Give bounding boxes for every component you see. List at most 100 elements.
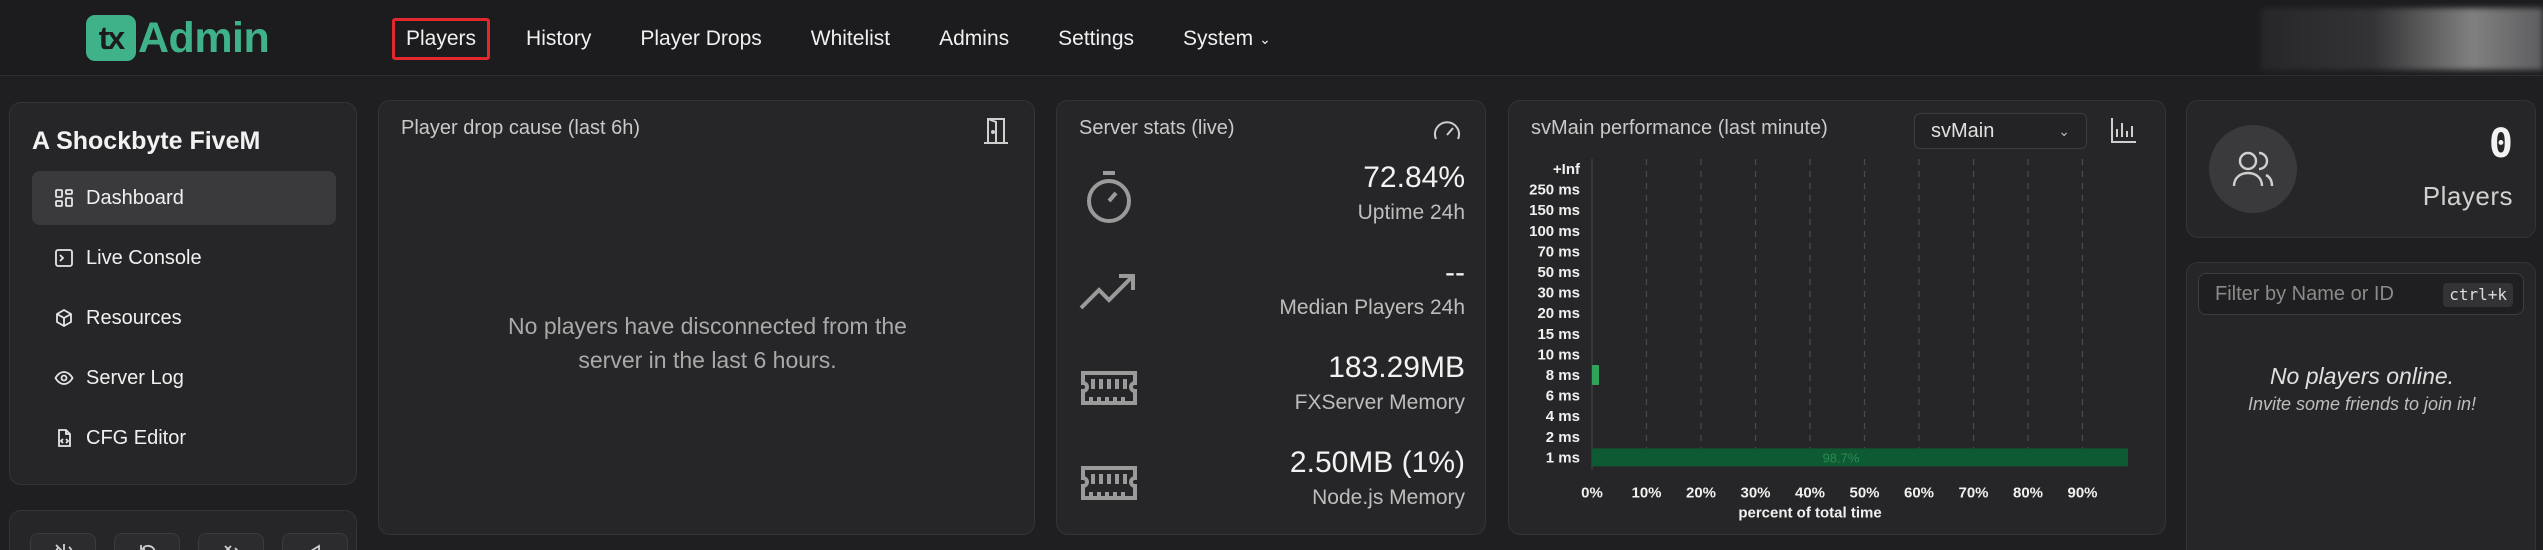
x-tick-label: 30% [1740, 484, 1770, 501]
nav-player-drops[interactable]: Player Drops [627, 18, 774, 60]
stat-label: Uptime 24h [1357, 201, 1465, 224]
logo-text: Admin [138, 13, 270, 62]
drop-empty-message: No players have disconnected from the se… [379, 309, 1036, 377]
server-menu: Dashboard Live Console Resources Server … [32, 171, 336, 471]
boot-icon [224, 545, 239, 550]
histogram-bar [1592, 448, 2128, 467]
sidebar-item-live-console[interactable]: Live Console [32, 231, 336, 285]
stat-label: Node.js Memory [1312, 486, 1465, 509]
sidebar-item-label: CFG Editor [86, 426, 187, 449]
announce-button[interactable] [282, 533, 348, 550]
users-icon [2232, 151, 2274, 187]
file-code-icon [54, 428, 74, 448]
no-players-message: No players online. [2269, 363, 2455, 389]
server-name: A Shockbyte FiveM [32, 127, 261, 155]
main-nav: Players History Player Drops Whitelist A… [392, 18, 1307, 60]
x-tick-label: 70% [1958, 484, 1988, 501]
y-tick-label: 250 ms [1529, 182, 1580, 199]
stat-value: 72.84% [1363, 161, 1465, 194]
player-drop-card: Player drop cause (last 6h) No players h… [378, 100, 1035, 535]
stat-value: 183.29MB [1328, 351, 1465, 384]
y-tick-label: 30 ms [1537, 285, 1580, 302]
y-tick-label: 2 ms [1546, 429, 1580, 446]
sidebar-item-label: Server Log [86, 366, 184, 389]
y-tick-label: 6 ms [1546, 388, 1580, 405]
drop-empty-line: No players have disconnected from the [508, 313, 907, 339]
stat-median-players: -- Median Players 24h [1079, 256, 1465, 326]
stat-fxserver-memory: 183.29MB FXServer Memory [1079, 351, 1465, 421]
server-stats-card: Server stats (live) 72.84% Uptime 24h --… [1056, 100, 1486, 535]
y-tick-label: 50 ms [1537, 264, 1580, 281]
nav-players[interactable]: Players [392, 18, 491, 60]
nav-admins[interactable]: Admins [926, 18, 1022, 60]
stat-value: 2.50MB (1%) [1289, 446, 1465, 479]
memory-icon [1081, 466, 1137, 500]
histogram-bar [1592, 365, 1599, 385]
dashboard-icon [54, 188, 74, 208]
drop-empty-line: server in the last 6 hours. [578, 347, 837, 373]
txadmin-logo[interactable]: tx Admin [86, 13, 270, 62]
x-tick-label: 20% [1686, 484, 1716, 501]
nav-history[interactable]: History [513, 18, 604, 60]
door-open-icon [984, 118, 1008, 144]
sidebar-item-resources[interactable]: Resources [32, 291, 336, 345]
stat-label: Median Players 24h [1279, 296, 1465, 319]
stats-card-title: Server stats (live) [1079, 117, 1235, 139]
y-tick-label: 100 ms [1529, 223, 1580, 240]
top-navbar: tx Admin Players History Player Drops Wh… [0, 0, 2543, 76]
restart-icon [140, 545, 156, 550]
x-tick-label: 80% [2013, 484, 2043, 501]
perf-histogram: +Inf 250 ms 150 ms 100 ms 70 ms 50 ms 30 ms 20 … [1529, 159, 2128, 521]
player-search-input[interactable] [2199, 274, 2439, 314]
y-tick-label: 8 ms [1546, 367, 1580, 384]
sidebar-item-dashboard[interactable]: Dashboard [32, 171, 336, 225]
eye-icon [54, 368, 74, 388]
sidebar-item-cfg-editor[interactable]: CFG Editor [32, 411, 336, 465]
players-count-card: 0 Players [2186, 100, 2536, 238]
nav-whitelist[interactable]: Whitelist [798, 18, 903, 60]
y-tick-label: 1 ms [1546, 449, 1580, 466]
kick-all-button[interactable] [198, 533, 264, 550]
player-filter: ctrl+k [2198, 273, 2524, 315]
shortcut-hint: ctrl+k [2443, 283, 2513, 307]
timer-icon [1087, 171, 1131, 223]
server-controls [9, 510, 357, 550]
logo-badge: tx [86, 15, 136, 61]
restart-server-button[interactable] [114, 533, 180, 550]
x-tick-label: 10% [1631, 484, 1661, 501]
sidebar-item-server-log[interactable]: Server Log [32, 351, 336, 405]
nav-system[interactable]: System ⌄ [1170, 18, 1284, 60]
gauge-icon [1434, 121, 1460, 140]
y-tick-label: 150 ms [1529, 202, 1580, 219]
sidebar-item-label: Resources [86, 306, 182, 329]
drop-card-title: Player drop cause (last 6h) [401, 117, 641, 139]
nav-system-label: System [1183, 27, 1254, 50]
y-tick-label: 70 ms [1537, 243, 1580, 260]
user-menu-blurred[interactable] [2261, 8, 2543, 70]
box-icon [54, 308, 74, 328]
nav-settings[interactable]: Settings [1045, 18, 1147, 60]
x-tick-label: 60% [1904, 484, 1934, 501]
player-list-card: ctrl+k No players online. Invite some fr… [2186, 262, 2536, 550]
avatar [2209, 125, 2297, 213]
y-tick-label: 20 ms [1537, 305, 1580, 322]
y-tick-label: 4 ms [1546, 408, 1580, 425]
x-tick-label: 50% [1849, 484, 1879, 501]
players-label: Players [2422, 181, 2513, 211]
sidebar-item-label: Live Console [86, 246, 202, 269]
power-off-icon [55, 544, 73, 550]
chevron-down-icon: ⌄ [1259, 31, 1271, 48]
y-tick-label: +Inf [1553, 161, 1581, 178]
memory-icon [1081, 371, 1137, 405]
x-tick-label: 0% [1581, 484, 1603, 501]
y-tick-label: 10 ms [1537, 346, 1580, 363]
trending-up-icon [1079, 274, 1135, 310]
stat-nodejs-memory: 2.50MB (1%) Node.js Memory [1079, 446, 1465, 516]
stop-server-button[interactable] [30, 533, 96, 550]
megaphone-icon [310, 544, 320, 550]
players-count: 0 [2488, 121, 2513, 167]
stat-label: FXServer Memory [1294, 391, 1465, 414]
invite-message: Invite some friends to join in! [2247, 394, 2477, 414]
x-tick-label: 40% [1795, 484, 1825, 501]
y-tick-label: 15 ms [1537, 326, 1580, 343]
